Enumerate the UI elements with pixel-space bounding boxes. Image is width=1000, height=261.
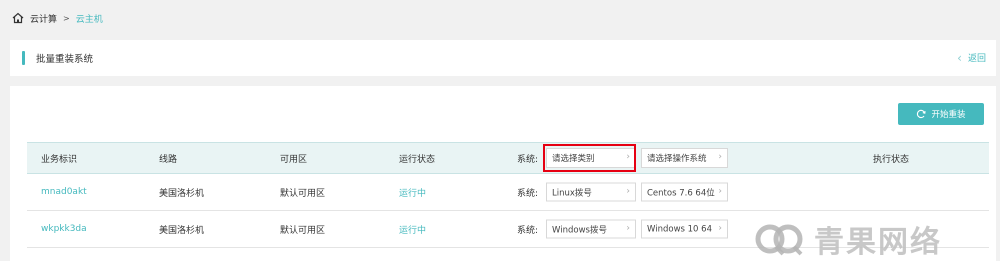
page-title: 批量重装系统 — [36, 54, 94, 65]
col-id: 业务标识 — [41, 154, 78, 165]
table-row: wkpkk3da 美国洛杉机 默认可用区 运行中 系统: Windows拨号 ›… — [27, 211, 989, 248]
table-row: mnad0akt 美国洛杉机 默认可用区 运行中 系统: Linux拨号 › C… — [27, 174, 989, 211]
back-label: 返回 — [967, 54, 986, 64]
table-header: 业务标识 线路 可用区 运行状态 系统: 请选择类别 › 请选择操作系统 › 执… — [27, 142, 989, 174]
chevron-right-icon: › — [718, 186, 722, 197]
row-line: 美国洛杉机 — [159, 188, 205, 199]
title-accent-bar — [22, 51, 25, 65]
chevron-right-icon: › — [626, 186, 630, 197]
breadcrumb-separator: > — [63, 13, 70, 23]
row-system-label: 系统: — [517, 188, 539, 199]
refresh-icon — [917, 109, 927, 119]
row-zone: 默认可用区 — [280, 188, 326, 199]
row-system-label: 系统: — [517, 225, 539, 236]
breadcrumb-root[interactable]: 云计算 — [30, 12, 57, 25]
row-status: 运行中 — [399, 225, 427, 236]
main-panel: 开始重装 业务标识 线路 可用区 运行状态 系统: 请选择类别 › 请选择操作系… — [10, 86, 996, 261]
chevron-left-icon: ‹ — [957, 50, 962, 65]
col-status: 运行状态 — [399, 154, 436, 165]
back-button[interactable]: ‹ 返回 — [957, 50, 986, 65]
bulk-category-value: 请选择类别 — [552, 154, 595, 164]
breadcrumb-current[interactable]: 云主机 — [76, 12, 103, 25]
row-category-select[interactable]: Windows拨号 › — [546, 219, 636, 239]
row-zone: 默认可用区 — [280, 225, 326, 236]
bulk-os-value: 请选择操作系统 — [647, 154, 707, 164]
col-exec-status: 执行状态 — [873, 154, 910, 165]
row-os-value: Windows 10 64 — [647, 224, 712, 234]
col-zone: 可用区 — [280, 154, 308, 165]
reinstall-table: 业务标识 线路 可用区 运行状态 系统: 请选择类别 › 请选择操作系统 › 执… — [27, 142, 989, 248]
col-system: 系统: — [517, 154, 539, 165]
home-icon[interactable] — [12, 12, 24, 24]
start-reinstall-button[interactable]: 开始重装 — [898, 103, 984, 125]
row-os-select[interactable]: Centos 7.6 64位 › — [641, 182, 728, 202]
bulk-category-select[interactable]: 请选择类别 › — [546, 148, 636, 168]
chevron-right-icon: › — [626, 223, 630, 234]
row-category-value: Windows拨号 — [552, 225, 607, 235]
breadcrumb: 云计算 > 云主机 — [12, 10, 103, 26]
row-id-link[interactable]: mnad0akt — [41, 174, 87, 210]
page-header: 批量重装系统 ‹ 返回 — [10, 40, 996, 76]
row-category-select[interactable]: Linux拨号 › — [546, 182, 636, 202]
chevron-right-icon: › — [718, 223, 722, 234]
col-line: 线路 — [159, 154, 178, 165]
row-id-link[interactable]: wkpkk3da — [41, 211, 87, 247]
start-reinstall-label: 开始重装 — [931, 110, 966, 120]
row-status: 运行中 — [399, 188, 427, 199]
row-os-select[interactable]: Windows 10 64 › — [641, 219, 728, 239]
row-category-value: Linux拨号 — [552, 188, 592, 198]
bulk-os-select[interactable]: 请选择操作系统 › — [641, 148, 728, 168]
chevron-right-icon: › — [626, 152, 630, 162]
row-line: 美国洛杉机 — [159, 225, 205, 236]
row-os-value: Centos 7.6 64位 — [647, 188, 715, 198]
chevron-right-icon: › — [718, 152, 722, 162]
